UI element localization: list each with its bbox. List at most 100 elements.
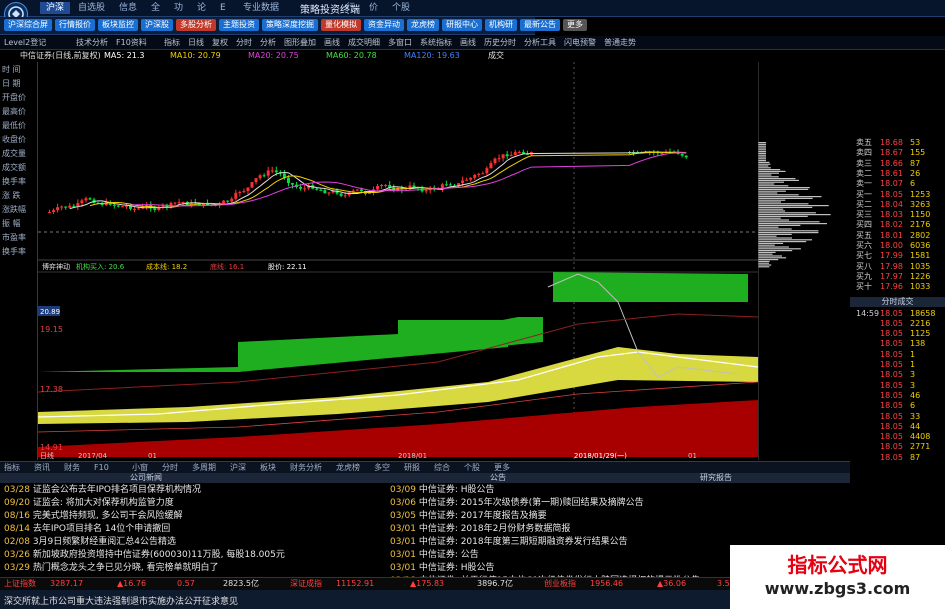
profile-bar [758,250,793,252]
bottom-tab[interactable]: 多周期 [192,462,216,473]
function-button[interactable]: 板块监控 [98,19,138,31]
function-button[interactable]: 主题投资 [219,19,259,31]
date-label: 2018/01/29(一) [574,452,627,460]
candle-body [461,180,465,184]
profile-bar [758,223,827,225]
bottom-tab[interactable]: 资讯 [34,462,50,473]
bottom-tab[interactable]: 综合 [434,462,450,473]
news-date: 03/01 [390,524,419,534]
watermark-url: www.zbgs3.com [764,579,911,598]
toolbar-item[interactable]: 分析工具 [524,37,556,48]
bottom-tab[interactable]: 指标 [4,462,20,473]
company-news-item[interactable]: 03/29 热门概念龙头之争已见分晓, 看完榜单就明白了 [4,562,384,575]
news-title: 3月9日频繁财经重阅汇总4公告精选 [32,537,176,547]
top-menu-item[interactable]: 价 [363,2,384,14]
profile-bar [758,156,766,158]
buy-row: 买七 17.99 1581 [850,251,945,261]
toolbar-item[interactable]: 分时 [236,37,252,48]
bottom-tab[interactable]: 多空 [374,462,390,473]
function-button[interactable]: 资金异动 [364,19,404,31]
bottom-tab[interactable]: 财务分析 [290,462,322,473]
toolbar-item[interactable]: 分析 [260,37,276,48]
candle-body [274,170,278,173]
chart-area[interactable]: 博弈神动 机构买入: 20.6 成本线: 18.2 底线: 16.1 股价: 22.11… [38,62,758,460]
top-menu-item[interactable]: 沪深 [40,2,71,14]
toolbar-item[interactable]: F10资料 [116,37,147,48]
top-menu-item[interactable]: 自选股 [72,2,111,14]
function-button[interactable]: 沪深股 [141,19,173,31]
indicator-value: 股价: 22.11 [268,263,307,271]
function-button[interactable]: 研报中心 [442,19,482,31]
toolbar-item[interactable]: 成交明细 [348,37,380,48]
order-book-panel: 卖五 18.68 53 卖四 18.67 155 卖三 18.66 87 卖二 18.61 26 卖一 1… [850,138,945,578]
profile-bar [758,264,772,266]
bottom-tab[interactable]: 沪深 [230,462,246,473]
toolbar-item[interactable]: 画线 [460,37,476,48]
toolbar-item[interactable]: 复权 [212,37,228,48]
company-news-item[interactable]: 02/08 3月9日频繁财经重阅汇总4公告精选 [4,536,384,549]
ob-price: 18.61 [880,168,903,178]
toolbar-item[interactable]: 历史分时 [484,37,516,48]
trade-row: 18.05 4408 [850,432,945,442]
toolbar-item[interactable]: Level2登记 [4,37,46,48]
bottom-tab[interactable]: 板块 [260,462,276,473]
function-button[interactable]: 多股分析 [176,19,216,31]
function-button[interactable]: 策略深度挖掘 [262,19,318,31]
company-news-item[interactable]: 08/14 去年IPO项目排名 14位个申请撤回 [4,523,384,536]
profile-bar [758,161,770,163]
trade-row: 18.05 44 [850,422,945,432]
toolbar-item[interactable]: 闪电预警 [564,37,596,48]
bottom-tab[interactable]: F10 [94,462,109,473]
current-price-label: 20.89 [40,308,60,316]
ob-price: 18.05 [880,452,903,462]
function-button[interactable]: 量化模拟 [321,19,361,31]
bottom-tab[interactable]: 龙虎榜 [336,462,360,473]
ob-price: 18.01 [880,230,903,240]
function-button[interactable]: 更多 [563,19,587,31]
announcement-item[interactable]: 03/05 中信证券: 2017年度报告及摘要 [390,510,845,523]
top-menu-item[interactable]: 论 [191,2,212,14]
toolbar-item[interactable]: 画线 [324,37,340,48]
toolbar-item[interactable]: 普通走势 [604,37,636,48]
function-button[interactable]: 机构研 [485,19,517,31]
ob-label: 买九 [856,271,872,281]
top-menu-item[interactable]: 专业数据 [237,2,285,14]
top-menu-item[interactable]: E [214,2,232,14]
buy-row: 买九 17.97 1226 [850,272,945,282]
candle-body [56,207,60,211]
company-news-item[interactable]: 09/20 证监会: 将加大对保荐机构监管力度 [4,497,384,510]
toolbar-item[interactable]: 多窗口 [388,37,412,48]
company-news-item[interactable]: 03/26 新加坡政府投资增持中信证券(600030)11万股, 每股18.00… [4,549,384,562]
candle-body [327,192,331,194]
bottom-tab[interactable]: 个股 [464,462,480,473]
candle-body [380,184,384,187]
bottom-tab[interactable]: 分时 [162,462,178,473]
toolbar-item[interactable]: 指标 [164,37,180,48]
announcement-item[interactable]: 03/09 中信证券: H股公告 [390,484,845,497]
function-button[interactable]: 行情报价 [55,19,95,31]
top-menu-item[interactable]: 全 [145,2,166,14]
announcement-item[interactable]: 03/01 中信证券: 2018年2月份财务数据简报 [390,523,845,536]
buy-row: 买四 18.02 2176 [850,220,945,230]
ob-price: 18.05 [880,421,903,431]
function-button[interactable]: 最新公告 [520,19,560,31]
announcement-item[interactable]: 03/06 中信证券: 2015年次级债券(第一期)赎回结果及摘牌公告 [390,497,845,510]
top-menu-item[interactable]: 行 [340,2,361,14]
toolbar-item[interactable]: 日线 [188,37,204,48]
candle-body [266,170,270,176]
toolbar-item[interactable]: 图形叠加 [284,37,316,48]
toolbar-item[interactable]: 系统指标 [420,37,452,48]
company-news-item[interactable]: 08/16 完美式增持频现, 多公司干会风险缓解 [4,510,384,523]
company-news-item[interactable]: 03/28 证监会公布去年IPO排名项目保荐机构情况 [4,484,384,497]
bottom-tab[interactable]: 研报 [404,462,420,473]
top-menu-item[interactable]: 信息 [113,2,143,14]
top-menu-item[interactable]: 功 [168,2,189,14]
bottom-tab[interactable]: 财务 [64,462,80,473]
candle-body [299,187,303,189]
function-button[interactable]: 沪深综合屏 [4,19,52,31]
bottom-tab[interactable]: 小窗 [132,462,148,473]
top-menu-item[interactable]: 个股 [386,2,416,14]
toolbar-item[interactable]: 技术分析 [76,37,108,48]
bottom-tab[interactable]: 更多 [494,462,510,473]
function-button[interactable]: 龙虎榜 [407,19,439,31]
